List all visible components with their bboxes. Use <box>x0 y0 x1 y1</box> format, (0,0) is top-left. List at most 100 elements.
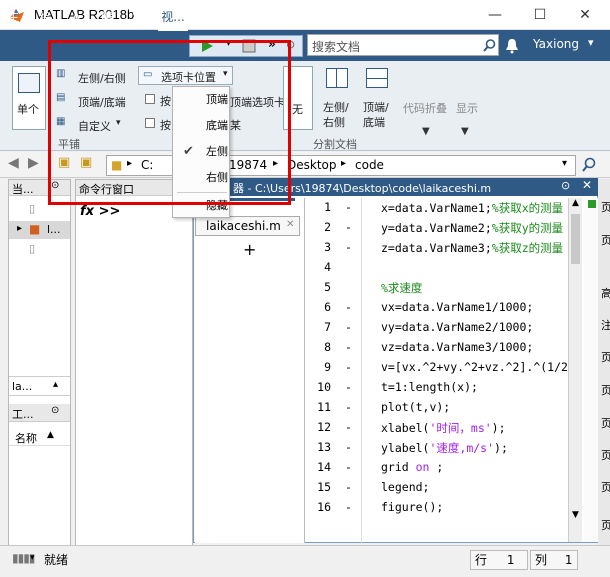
split-top-bottom-icon <box>363 66 393 94</box>
path-seg-desktop[interactable]: Desktop <box>287 158 337 172</box>
code-line[interactable]: 9- v=[vx.^2+vy.^2+vz.^2].^(1/2) <box>309 360 567 380</box>
code-text: vx=data.VarName1/1000; <box>381 300 534 314</box>
search-input[interactable]: 搜索文档 <box>307 34 499 56</box>
file-tab[interactable]: laikaceshi.m ✕ <box>195 216 300 236</box>
code-line[interactable]: 4 <box>309 260 567 280</box>
code-line[interactable]: 7- vy=data.VarName2/1000; <box>309 320 567 340</box>
split-left-right-button[interactable]: 左侧/ 右侧 <box>323 100 349 130</box>
code-line[interactable]: 8- vz=data.VarName3/1000; <box>309 340 567 360</box>
file-row-selected[interactable]: ▸ ■ l... <box>9 221 70 239</box>
tab-plots[interactable]: 绘... <box>36 4 66 31</box>
code-fold-button[interactable]: 代码折叠 <box>403 100 447 116</box>
code-line[interactable]: 12- xlabel('时间，ms'); <box>309 420 567 440</box>
breakpoint-marker[interactable]: - <box>345 400 352 414</box>
code-text: grid <box>381 460 416 474</box>
single-layout-button[interactable]: 单个 <box>12 66 46 130</box>
panel-menu-icon[interactable]: ⊙ <box>561 179 570 192</box>
status-bar: ▮▮▮▮ ▾ 就绪 行 1 列 1 <box>0 545 610 577</box>
code-line[interactable]: 5 %求速度 <box>309 280 567 300</box>
code-line[interactable]: 1- x=data.VarName1;%获取x的测量 <box>309 200 567 220</box>
code-line[interactable]: 10- t=1:length(x); <box>309 380 567 400</box>
col-indicator: 列 1 <box>530 550 578 570</box>
code-line[interactable]: 13- ylabel('速度,m/s'); <box>309 440 567 460</box>
breakpoint-marker[interactable]: - <box>345 220 352 234</box>
code-area[interactable]: 1- x=data.VarName1;%获取x的测量 2- y=data.VarNam… <box>309 198 567 543</box>
split-top-bottom-button[interactable]: 顶端/ 底端 <box>363 100 389 130</box>
none-label: 无 <box>292 103 303 116</box>
breakpoint-marker[interactable]: - <box>345 440 352 454</box>
bell-icon[interactable] <box>505 38 519 54</box>
code-line[interactable]: 15- legend; <box>309 480 567 500</box>
line-number: 7 <box>324 320 331 334</box>
line-number: 5 <box>324 280 331 294</box>
strip-item-2: 高 <box>601 287 610 300</box>
search-icon[interactable] <box>483 39 496 52</box>
path-seg-code[interactable]: code <box>355 158 384 172</box>
line-number: 1 <box>324 200 331 214</box>
strip-item-8: 页 <box>601 481 610 494</box>
close-icon[interactable]: ✕ <box>582 178 592 192</box>
display-button[interactable]: 显示 <box>456 100 478 116</box>
breakpoint-marker[interactable]: - <box>345 480 352 494</box>
scroll-down-icon[interactable]: ▼ <box>572 510 579 520</box>
panel-menu-icon[interactable]: ⊙ <box>51 405 59 416</box>
editor-scrollbar[interactable]: ▲ ▼ <box>568 198 582 542</box>
breakpoint-marker[interactable]: - <box>345 360 352 374</box>
breakpoint-marker[interactable]: - <box>345 320 352 334</box>
chevron-down-icon[interactable]: ▾ <box>30 553 35 563</box>
breakpoint-marker[interactable]: - <box>345 300 352 314</box>
user-name[interactable]: Yaxiong <box>533 37 579 51</box>
chevron-up-icon[interactable]: ▴ <box>53 379 58 390</box>
close-button[interactable]: ✕ <box>575 6 595 24</box>
breakpoint-marker[interactable]: - <box>345 500 352 514</box>
forward-arrow-icon[interactable]: ▶ <box>28 155 39 171</box>
scroll-thumb[interactable] <box>571 214 580 264</box>
strip-item-5: 页 <box>601 384 610 397</box>
scroll-up-icon[interactable]: ▲ <box>572 198 579 208</box>
breakpoint-marker[interactable]: - <box>345 240 352 254</box>
file-tab-label: laikaceshi.m <box>206 219 281 233</box>
minimize-button[interactable]: — <box>485 6 505 24</box>
code-line[interactable]: 14- grid on ; <box>309 460 567 480</box>
tab-view[interactable]: 视... <box>158 4 188 31</box>
code-content: ylabel('速度,m/s'); <box>381 440 508 456</box>
strip-item-4: 页 <box>601 351 610 364</box>
breakpoint-marker[interactable]: - <box>345 460 352 474</box>
line-number: 16 <box>317 500 331 514</box>
code-content: xlabel('时间，ms'); <box>381 420 506 436</box>
code-content: z=data.VarName3;%获取z的测量 <box>381 240 563 256</box>
breakpoint-marker[interactable]: - <box>345 340 352 354</box>
chevron-down-icon[interactable]: ▾ <box>562 158 567 169</box>
tab-editor[interactable]: 编... <box>98 4 128 31</box>
tab-home[interactable]: 主... <box>4 4 34 31</box>
close-icon[interactable]: ✕ <box>286 219 294 230</box>
status-indicator <box>588 200 596 208</box>
command-window[interactable]: 命令行窗口 fx >> <box>75 179 193 559</box>
user-dropdown-icon[interactable]: ▾ <box>588 36 594 49</box>
breakpoint-marker[interactable]: - <box>345 420 352 434</box>
strip-item-0: 页 <box>601 201 610 214</box>
line-number: 4 <box>324 260 331 274</box>
code-text: xlabel( <box>381 421 430 435</box>
current-folder-title: 当... <box>12 183 34 196</box>
tab-apps[interactable]: A... <box>67 4 97 31</box>
code-text: vz=data.VarName3/1000; <box>381 340 534 354</box>
code-line[interactable]: 16- figure(); <box>309 500 567 520</box>
code-line[interactable]: 3- z=data.VarName3;%获取z的测量 <box>309 240 567 260</box>
code-line[interactable]: 2- y=data.VarName2;%获取y的测量 <box>309 220 567 240</box>
add-tab-button[interactable]: + <box>243 240 256 259</box>
code-content: figure(); <box>381 500 443 514</box>
tab-publish[interactable]: 发... <box>128 4 158 31</box>
maximize-button[interactable]: ☐ <box>530 6 550 24</box>
code-content: v=[vx.^2+vy.^2+vz.^2].^(1/2) <box>381 360 567 374</box>
code-line[interactable]: 6- vx=data.VarName1/1000; <box>309 300 567 320</box>
expand-icon: ▸ <box>17 223 23 234</box>
search-folder-icon[interactable] <box>581 157 597 173</box>
back-arrow-icon[interactable]: ◀ <box>8 155 19 171</box>
chevron-down-icon: ▼ <box>422 126 430 137</box>
breakpoint-marker[interactable]: - <box>345 200 352 214</box>
breakpoint-marker[interactable]: - <box>345 380 352 394</box>
workspace-column-header[interactable]: 名称 ▲ <box>9 428 70 446</box>
code-line[interactable]: 11- plot(t,v); <box>309 400 567 420</box>
right-panel-strip: 页 页 高 注 页 页 页 页 页 页 <box>598 179 610 549</box>
